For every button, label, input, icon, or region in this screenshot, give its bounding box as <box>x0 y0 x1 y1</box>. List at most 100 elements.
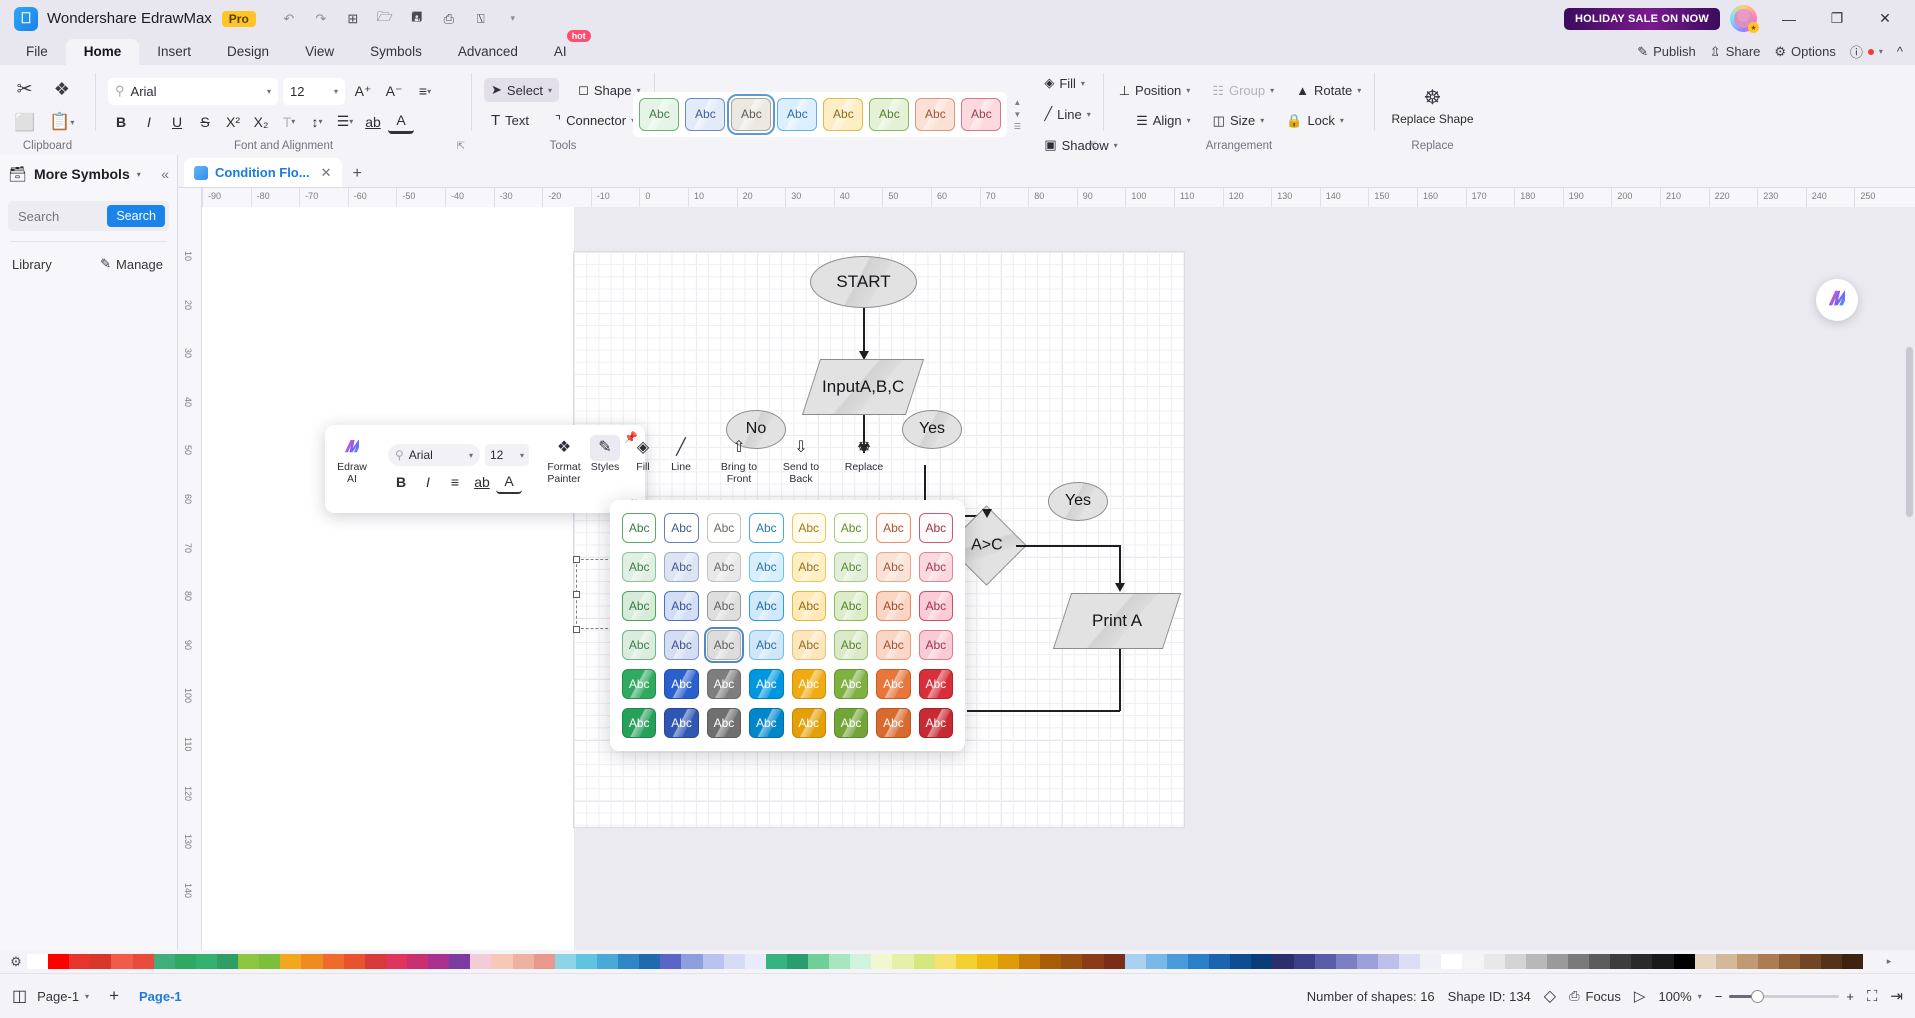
help-icon[interactable]: ⓘ ▾ <box>1850 42 1883 61</box>
align-button[interactable]: ☰ Align ▾ <box>1129 109 1198 133</box>
font-dialog-launcher-icon[interactable]: ⇱ <box>457 141 465 152</box>
palette-color[interactable] <box>132 954 154 969</box>
styles-popup-panel[interactable]: Abc Abc Abc Abc Abc Abc Abc Abc Abc Abc Abc Abc Abc A… <box>610 500 965 751</box>
style-popup-swatch[interactable]: Abc <box>876 708 911 738</box>
style-popup-swatch[interactable]: Abc <box>876 591 911 621</box>
styles-dialog-launcher-icon[interactable]: ⇱ <box>1089 141 1097 152</box>
palette-color[interactable] <box>1842 954 1863 969</box>
floatbar-format-painter-button[interactable]: ❖ Format Painter <box>542 431 586 507</box>
palette-color[interactable] <box>216 954 239 969</box>
palette-color[interactable] <box>1040 954 1062 969</box>
palette-color[interactable] <box>428 954 450 969</box>
palette-color[interactable] <box>1694 954 1716 969</box>
style-popup-swatch[interactable]: Abc <box>791 708 826 738</box>
palette-color[interactable] <box>322 954 344 969</box>
format-painter-icon[interactable]: ❖ <box>49 79 74 100</box>
palette-color[interactable] <box>808 954 830 969</box>
style-popup-swatch[interactable]: Abc <box>918 591 953 621</box>
share-button[interactable]: ⇫ Share <box>1710 44 1761 60</box>
italic-button[interactable]: I <box>136 110 162 134</box>
tab-symbols[interactable]: Symbols <box>352 39 440 65</box>
close-button[interactable]: ✕ <box>1863 2 1907 36</box>
connector-print-down[interactable] <box>1119 649 1121 711</box>
style-popup-swatch[interactable]: Abc <box>791 669 826 699</box>
font-family-input[interactable]: ⚲ Arial ▾ <box>108 77 278 105</box>
gallery-expand-icon[interactable]: ☰ <box>1014 122 1021 131</box>
tab-file[interactable]: File <box>8 39 66 65</box>
holiday-sale-banner[interactable]: HOLIDAY SALE ON NOW <box>1564 7 1720 30</box>
style-popup-swatch[interactable]: Abc <box>749 669 784 699</box>
fit-width-icon[interactable]: ⇥ <box>1890 987 1903 1005</box>
bold-button[interactable]: B <box>108 110 134 134</box>
floatbar-highlight-button[interactable]: ab <box>469 470 495 494</box>
palette-color[interactable] <box>850 954 872 969</box>
eyedropper-icon[interactable]: ⚙ <box>5 954 27 970</box>
floatbar-font-size[interactable]: 12 ▾ <box>485 444 529 466</box>
connector-decision-print-h[interactable] <box>1016 545 1120 547</box>
zoom-knob[interactable] <box>1751 989 1765 1003</box>
style-popup-swatch[interactable]: Abc <box>791 552 826 582</box>
highlight-button[interactable]: ab <box>360 110 386 134</box>
palette-color[interactable] <box>892 954 914 969</box>
style-swatch[interactable]: Abc <box>685 97 726 131</box>
style-swatch[interactable]: Abc <box>639 97 680 131</box>
palette-color[interactable] <box>449 954 471 969</box>
selection-handle-ml[interactable] <box>573 591 580 598</box>
palette-color[interactable] <box>238 954 260 969</box>
palette-color[interactable] <box>1082 954 1104 969</box>
page-panel-toggle[interactable]: ◫ <box>12 986 27 1006</box>
tab-design[interactable]: Design <box>209 39 287 65</box>
style-popup-swatch[interactable]: Abc <box>622 669 657 699</box>
style-swatch[interactable]: Abc <box>727 93 776 135</box>
palette-color[interactable] <box>111 954 133 969</box>
style-swatch[interactable]: Abc <box>961 97 1002 131</box>
palette-color[interactable] <box>1610 954 1632 969</box>
palette-color[interactable] <box>512 954 534 969</box>
floatbar-font-color-button[interactable]: A <box>496 470 522 494</box>
palette-color[interactable] <box>1166 954 1189 969</box>
text-effects-icon[interactable]: T ▾ <box>276 110 302 134</box>
document-tab[interactable]: Condition Flo... ✕ <box>184 158 342 187</box>
palette-color[interactable] <box>153 954 175 969</box>
palette-color[interactable] <box>385 954 407 969</box>
style-popup-swatch[interactable]: Abc <box>918 669 953 699</box>
selection-handle-bl[interactable] <box>573 626 580 633</box>
palette-color[interactable] <box>406 954 429 969</box>
style-popup-swatch[interactable]: Abc <box>791 591 826 621</box>
copy-icon[interactable]: ⬜ <box>14 113 35 133</box>
style-popup-swatch[interactable]: Abc <box>622 591 657 621</box>
palette-color[interactable] <box>491 954 513 969</box>
text-tool-button[interactable]: T Text <box>484 108 536 133</box>
pin-toolbar-icon[interactable]: 📌 <box>624 431 638 444</box>
search-input[interactable] <box>18 208 102 224</box>
connector-start-input[interactable] <box>863 308 865 354</box>
more-symbols-caret-icon[interactable]: ▾ <box>137 170 141 179</box>
edraw-ai-button[interactable]: 𝑴 Edraw AI <box>329 431 375 507</box>
palette-color[interactable] <box>1589 954 1611 969</box>
style-popup-swatch[interactable]: Abc <box>791 513 826 543</box>
style-swatch[interactable]: Abc <box>915 97 956 131</box>
floatbar-bold-button[interactable]: B <box>388 470 414 494</box>
zoom-in-button[interactable]: + <box>1846 989 1854 1004</box>
palette-color[interactable] <box>1420 954 1442 969</box>
style-popup-swatch[interactable]: Abc <box>622 513 657 543</box>
palette-color[interactable] <box>69 954 91 969</box>
superscript-button[interactable]: X² <box>220 110 246 134</box>
palette-color[interactable] <box>1103 954 1125 969</box>
maximize-button[interactable]: ❐ <box>1815 2 1859 36</box>
palette-color[interactable] <box>1779 954 1801 969</box>
palette-color[interactable] <box>1504 954 1526 969</box>
style-popup-swatch[interactable]: Abc <box>749 630 784 660</box>
palette-color[interactable] <box>174 954 196 969</box>
style-popup-swatch[interactable]: Abc <box>664 630 699 660</box>
gallery-down-icon[interactable]: ▼ <box>1013 110 1021 119</box>
style-popup-swatch[interactable]: Abc <box>706 669 742 699</box>
palette-color[interactable] <box>1736 954 1758 969</box>
palette-color[interactable] <box>1399 954 1421 969</box>
rotate-button[interactable]: ▲ Rotate ▾ <box>1289 79 1368 103</box>
redo-icon[interactable]: ↷ <box>306 6 336 32</box>
palette-color[interactable] <box>1567 954 1590 969</box>
edraw-ai-floating-button[interactable]: 𝑴 <box>1816 279 1858 321</box>
style-popup-swatch[interactable]: Abc <box>918 513 953 543</box>
tab-home[interactable]: Home <box>65 39 140 65</box>
